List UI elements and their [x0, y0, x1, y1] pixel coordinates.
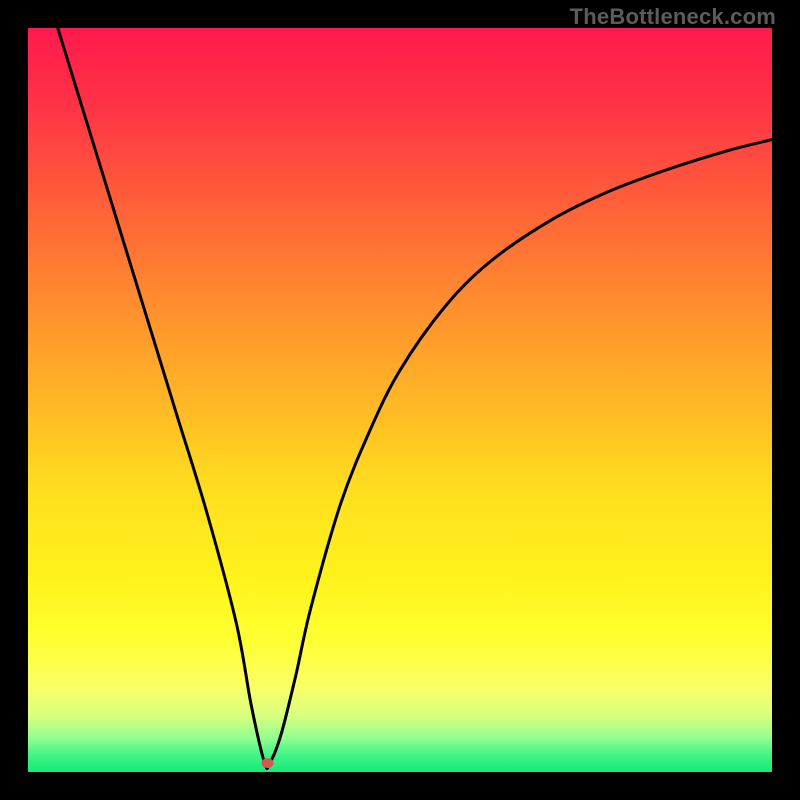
watermark-text: TheBottleneck.com: [570, 4, 776, 30]
chart-plot-area: [28, 28, 772, 772]
chart-svg: [28, 28, 772, 772]
gradient-background: [28, 28, 772, 772]
minimum-marker: [262, 758, 274, 768]
